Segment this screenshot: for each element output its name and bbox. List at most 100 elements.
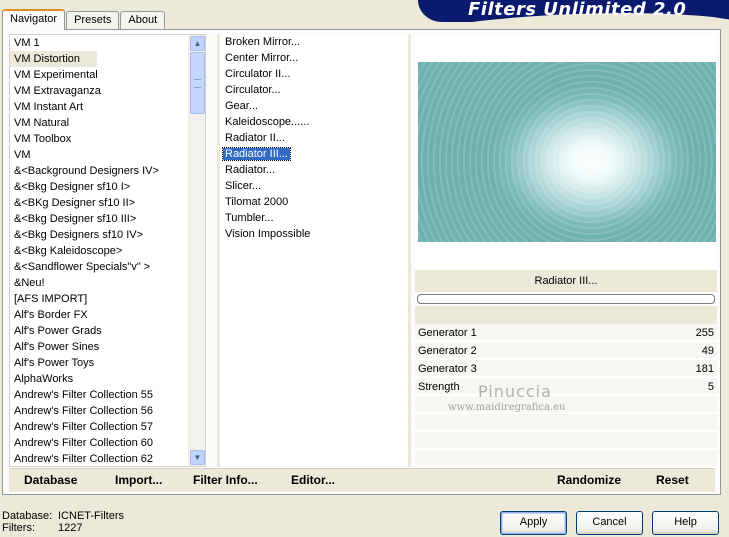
- param-value: 255: [695, 327, 714, 339]
- param-value: 49: [701, 345, 714, 357]
- scroll-thumb[interactable]: [190, 52, 205, 114]
- filter-item-label: Radiator...: [225, 164, 276, 176]
- scroll-up-button[interactable]: ▲: [190, 36, 205, 51]
- category-item[interactable]: VM Instant Art: [10, 99, 205, 115]
- category-item[interactable]: VM Distortion: [10, 51, 97, 67]
- watermark-name: Pinuccia: [478, 382, 552, 401]
- apply-button[interactable]: Apply: [500, 511, 567, 535]
- param-label: Strength: [418, 381, 460, 393]
- filter-item[interactable]: Center Mirror...: [220, 50, 408, 66]
- param-label: Generator 1: [418, 327, 477, 339]
- chevron-down-icon: ▼: [193, 453, 202, 462]
- category-item[interactable]: &<BKg Designer sf10 II>: [10, 195, 205, 211]
- filter-item-label: Circulator II...: [225, 68, 291, 80]
- filter-item-label: Vision Impossible: [225, 228, 311, 240]
- filter-item[interactable]: Slicer...: [220, 178, 408, 194]
- category-item[interactable]: Andrew's Filter Collection 60: [10, 435, 205, 451]
- filter-items: Broken Mirror... Center Mirror... Circulat…: [220, 34, 408, 242]
- param-row-generator-1[interactable]: Generator 1 255: [415, 324, 717, 342]
- chevron-up-icon: ▲: [193, 39, 202, 48]
- category-item[interactable]: AlphaWorks: [10, 371, 205, 387]
- param-row-empty: [415, 414, 717, 432]
- category-items: VM 1 VM Distortion VM Experimental VM Extra…: [10, 35, 205, 466]
- category-item[interactable]: VM Natural: [10, 115, 205, 131]
- database-label: Database:: [2, 510, 53, 522]
- filter-item-label: Radiator III...: [222, 147, 291, 161]
- database-button[interactable]: Database: [24, 473, 77, 487]
- scroll-down-button[interactable]: ▼: [190, 450, 205, 465]
- tab-navigator[interactable]: Navigator: [2, 9, 66, 30]
- param-label: Generator 2: [418, 345, 477, 357]
- filter-item[interactable]: Broken Mirror...: [220, 34, 408, 50]
- param-row-empty: [415, 450, 717, 468]
- cancel-button[interactable]: Cancel: [576, 511, 643, 535]
- param-value: 181: [695, 363, 714, 375]
- category-item[interactable]: VM Experimental: [10, 67, 205, 83]
- category-scrollbar[interactable]: ▲ ▼: [188, 35, 205, 466]
- database-value: ICNET-Filters: [58, 510, 124, 522]
- filter-info-button[interactable]: Filter Info...: [193, 473, 258, 487]
- import-button[interactable]: Import...: [115, 473, 162, 487]
- parameter-list: Generator 1 255 Generator 2 49 Generator…: [415, 324, 717, 468]
- reset-button[interactable]: Reset: [656, 473, 689, 487]
- param-row-generator-2[interactable]: Generator 2 49: [415, 342, 717, 360]
- category-item[interactable]: VM: [10, 147, 205, 163]
- category-item[interactable]: &<Bkg Kaleidoscope>: [10, 243, 205, 259]
- category-item[interactable]: Alf's Power Grads: [10, 323, 205, 339]
- category-item[interactable]: &Neu!: [10, 275, 205, 291]
- filters-count-label: Filters:: [2, 522, 35, 534]
- filter-item[interactable]: Circulator II...: [220, 66, 408, 82]
- category-item[interactable]: &<Background Designers IV>: [10, 163, 205, 179]
- category-item[interactable]: VM Extravaganza: [10, 83, 205, 99]
- category-list[interactable]: VM 1 VM Distortion VM Experimental VM Extra…: [9, 34, 206, 467]
- category-item[interactable]: Andrew's Filter Collection 56: [10, 403, 205, 419]
- category-item[interactable]: Alf's Power Toys: [10, 355, 205, 371]
- category-item[interactable]: &<Sandflower Specials"v" >: [10, 259, 205, 275]
- category-item[interactable]: Alf's Power Sines: [10, 339, 205, 355]
- filter-item-label: Gear...: [225, 100, 259, 112]
- category-item[interactable]: VM 1: [10, 35, 205, 51]
- filter-item-label: Radiator II...: [225, 132, 285, 144]
- param-row-strength[interactable]: Strength 5: [415, 378, 717, 396]
- category-item[interactable]: &<Bkg Designer sf10 I>: [10, 179, 205, 195]
- randomize-button[interactable]: Randomize: [557, 473, 621, 487]
- category-item[interactable]: Andrew's Filter Collection 55: [10, 387, 205, 403]
- param-header-bar: [415, 306, 717, 324]
- filter-item[interactable]: Radiator II...: [220, 130, 408, 146]
- bottom-toolbar: Database Import... Filter Info... Editor…: [9, 468, 715, 492]
- watermark-url: www.maidiregrafica.eu: [448, 402, 566, 413]
- param-row-empty: [415, 432, 717, 450]
- filter-item[interactable]: Circulator...: [220, 82, 408, 98]
- filter-item[interactable]: Tumbler...: [220, 210, 408, 226]
- filter-item[interactable]: Radiator...: [220, 162, 408, 178]
- filter-item-label: Circulator...: [225, 84, 281, 96]
- tab-bar: Navigator Presets About: [2, 9, 166, 30]
- filter-list[interactable]: Broken Mirror... Center Mirror... Circulat…: [217, 34, 411, 467]
- category-item[interactable]: [AFS IMPORT]: [10, 291, 205, 307]
- progress-bar: [417, 294, 715, 304]
- filter-item[interactable]: Radiator III...: [220, 146, 408, 162]
- param-row-generator-3[interactable]: Generator 3 181: [415, 360, 717, 378]
- status-info: Database: ICNET-Filters Filters: 1227: [2, 510, 124, 534]
- filter-item[interactable]: Gear...: [220, 98, 408, 114]
- category-item[interactable]: Andrew's Filter Collection 57: [10, 419, 205, 435]
- category-item[interactable]: Alf's Border FX: [10, 307, 205, 323]
- app-title: Filters Unlimited 2.0: [468, 0, 687, 20]
- category-item[interactable]: &<Bkg Designer sf10 III>: [10, 211, 205, 227]
- current-filter-name: Radiator III...: [415, 270, 717, 292]
- filter-item-label: Kaleidoscope......: [225, 116, 310, 128]
- filter-item[interactable]: Kaleidoscope......: [220, 114, 408, 130]
- filter-item-label: Tumbler...: [225, 212, 274, 224]
- tab-about[interactable]: About: [120, 11, 166, 30]
- tab-presets[interactable]: Presets: [66, 11, 120, 30]
- app-banner: Filters Unlimited 2.0: [418, 0, 729, 22]
- category-item[interactable]: VM Toolbox: [10, 131, 205, 147]
- filter-item-label: Center Mirror...: [225, 52, 299, 64]
- category-item[interactable]: &<Bkg Designers sf10 IV>: [10, 227, 205, 243]
- help-button[interactable]: Help: [652, 511, 719, 535]
- filter-item[interactable]: Tilomat 2000: [220, 194, 408, 210]
- editor-button[interactable]: Editor...: [291, 473, 335, 487]
- filter-item-label: Broken Mirror...: [225, 36, 301, 48]
- filter-item[interactable]: Vision Impossible: [220, 226, 408, 242]
- category-item[interactable]: Andrew's Filter Collection 62: [10, 451, 205, 466]
